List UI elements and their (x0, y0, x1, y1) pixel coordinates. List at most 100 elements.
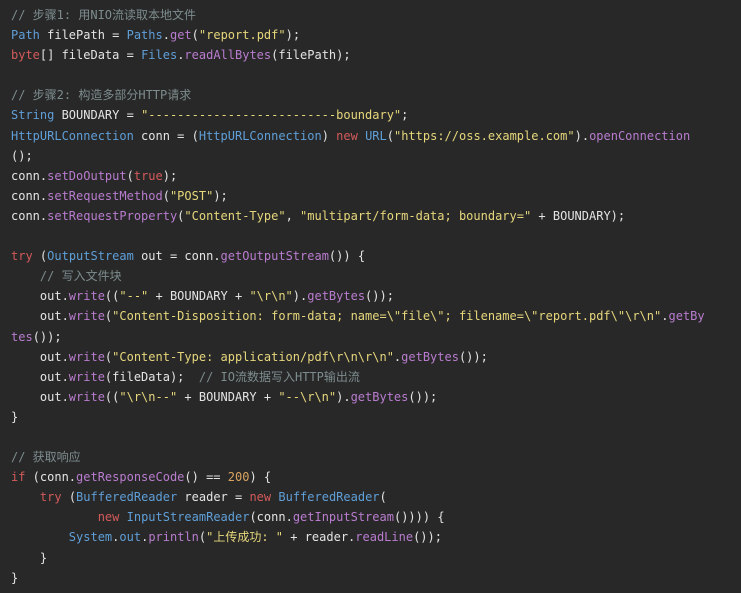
code-token-type: InputStreamReader (126, 510, 250, 525)
code-token-ident: (filePath); (271, 48, 351, 63)
code-token-str: "\r\n" (249, 289, 293, 304)
code-token-method: setRequestProperty (47, 208, 178, 223)
code-token-type: URL (365, 128, 387, 143)
code-token-ident: ) (321, 128, 337, 143)
code-token-ident: (( (104, 389, 120, 404)
code-token-comment: // 写入文件块 (39, 269, 122, 284)
code-line: HttpURLConnection conn = (HttpURLConnect… (11, 126, 741, 146)
code-line: } (11, 548, 741, 568)
code-token-kw: try (11, 249, 33, 264)
code-line: byte[] fileData = Files.readAllBytes(fil… (11, 45, 741, 65)
code-token-ident: ( (162, 188, 170, 203)
code-token-ident: out = conn. (133, 249, 221, 264)
code-token-ident: ( (126, 168, 134, 183)
code-token-type: OutputStream (47, 249, 134, 264)
code-line: try (BufferedReader reader = new Buffere… (11, 487, 741, 507)
code-token-comment: // 获取响应 (11, 450, 81, 465)
code-token-ident: } (11, 550, 48, 565)
code-token-method: setRequestMethod (47, 188, 163, 203)
code-line: // 获取响应 (11, 447, 741, 467)
code-token-type: BufferedReader (76, 490, 178, 505)
code-token-ident: ). (336, 389, 351, 404)
code-token-comment: // 步骤1: 用NIO流读取本地文件 (11, 8, 197, 22)
code-viewer[interactable]: // 步骤1: 用NIO流读取本地文件 Path filePath = Paths… (0, 0, 741, 593)
code-token-method: readLine (355, 530, 414, 545)
code-token-ident: ()); (408, 389, 438, 404)
code-token-ident: out. (11, 289, 69, 304)
code-line: conn.setRequestProperty("Content-Type", … (11, 206, 741, 226)
code-token-method: setDoOutput (47, 168, 127, 183)
code-token-str: "POST" (169, 188, 214, 203)
code-line: conn.setRequestMethod("POST"); (11, 186, 741, 206)
code-token-ident: . (162, 28, 170, 43)
code-token-kw: new (249, 490, 272, 505)
code-token-ident (11, 269, 40, 283)
code-token-ident (11, 490, 40, 504)
code-token-ident: ); (285, 28, 301, 43)
code-token-ident: out. (11, 389, 69, 404)
code-token-ident (358, 129, 365, 143)
code-token-method: write (68, 369, 105, 384)
code-line: out.write("Content-Type: application/pdf… (11, 347, 741, 367)
code-token-ident (11, 530, 69, 544)
code-token-ident: + BOUNDARY); (531, 208, 626, 223)
code-token-ident: , (285, 208, 301, 223)
code-token-ident: (conn. (25, 470, 77, 485)
code-token-method: write (68, 349, 105, 364)
code-line: new InputStreamReader(conn.getInputStrea… (11, 507, 741, 527)
code-token-ident: (); (11, 148, 33, 163)
code-token-method: write (68, 309, 105, 324)
code-token-ident: reader = (177, 490, 250, 505)
code-token-method: openConnection (589, 128, 691, 143)
code-line: Path filePath = Paths.get("report.pdf"); (11, 25, 741, 45)
code-token-type: System (68, 530, 113, 545)
code-token-type: HttpURLConnection (198, 128, 322, 143)
code-token-method: get (169, 28, 192, 43)
code-token-method: getResponseCode (76, 470, 185, 485)
code-token-method: write (68, 289, 105, 304)
code-line: // 步骤1: 用NIO流读取本地文件 (11, 5, 741, 25)
code-token-ident: conn. (11, 188, 48, 203)
code-line: } (11, 407, 741, 427)
code-token-method: getBytes (350, 389, 409, 404)
code-token-kw: if (11, 470, 26, 485)
code-token-str: "Content-Disposition: form-data; name=\"… (112, 309, 662, 324)
code-line: // 写入文件块 (11, 266, 741, 286)
code-token-ident: ()))) { (393, 510, 445, 525)
code-token-comment: // 步骤2: 构造多部分HTTP请求 (11, 88, 192, 103)
code-token-method: getOutputStream (220, 249, 329, 264)
code-token-method: getBytes (401, 349, 459, 364)
code-token-str: "--" (119, 289, 149, 304)
code-token-ident: out. (11, 309, 69, 324)
code-token-ident: BOUNDARY = (54, 108, 142, 123)
code-token-ident: } (11, 570, 19, 585)
code-line: out.write(("\r\n--" + BOUNDARY + "--\r\n… (11, 387, 741, 407)
code-line: out.write(fileData); // IO流数据写入HTTP输出流 (11, 367, 741, 387)
code-token-method: getBytes (307, 289, 366, 304)
code-token-method: getBy (668, 309, 705, 324)
code-line: // 步骤2: 构造多部分HTTP请求 (11, 85, 741, 105)
code-token-ident: + BOUNDARY + (177, 389, 279, 404)
code-line: if (conn.getResponseCode() == 200) { (11, 467, 741, 487)
code-token-ident: out. (11, 369, 69, 384)
code-token-str: "multipart/form-data; boundary=" (300, 208, 532, 223)
code-token-ident: + reader. (283, 530, 356, 545)
code-token-str: "--------------------------boundary" (141, 108, 402, 123)
code-token-str: "report.pdf" (198, 28, 286, 43)
code-token-type: HttpURLConnection (11, 128, 134, 143)
code-line: tes()); (11, 327, 741, 347)
code-token-ident: ( (32, 249, 48, 264)
code-token-ident: [] fileData = (39, 48, 142, 63)
code-token-ident: (fileData); (104, 369, 199, 384)
code-token-ident: ()); (413, 530, 442, 545)
code-token-kw: try (39, 490, 62, 505)
code-token-ident: } (11, 409, 19, 424)
code-token-ident: ( (191, 28, 199, 43)
code-token-kw: new (336, 128, 358, 143)
code-token-ident: conn. (11, 168, 48, 183)
code-line: try (OutputStream out = conn.getOutputSt… (11, 246, 741, 266)
code-line: out.write("Content-Disposition: form-dat… (11, 306, 741, 326)
code-token-method: write (68, 389, 105, 404)
code-token-method: readAllBytes (184, 48, 272, 63)
